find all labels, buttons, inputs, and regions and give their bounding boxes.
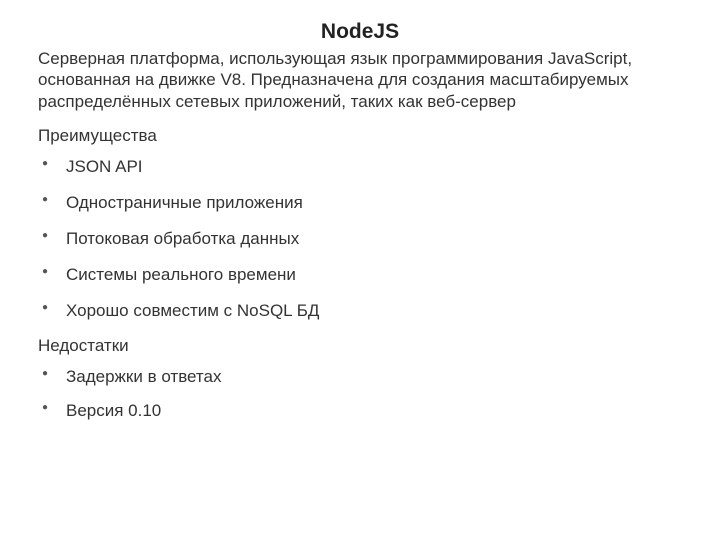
list-item: Системы реального времени bbox=[38, 264, 682, 286]
list-item: Потоковая обработка данных bbox=[38, 228, 682, 250]
advantages-list: JSON API Одностраничные приложения Поток… bbox=[38, 156, 682, 322]
list-item: Версия 0.10 bbox=[38, 400, 682, 422]
list-item: Задержки в ответах bbox=[38, 366, 682, 388]
list-item: Хорошо совместим с NoSQL БД bbox=[38, 300, 682, 322]
page-title: NodeJS bbox=[38, 20, 682, 44]
list-item: Одностраничные приложения bbox=[38, 192, 682, 214]
description-text: Серверная платформа, использующая язык п… bbox=[38, 48, 682, 112]
advantages-heading: Преимущества bbox=[38, 126, 682, 146]
list-item: JSON API bbox=[38, 156, 682, 178]
disadvantages-list: Задержки в ответах Версия 0.10 bbox=[38, 366, 682, 422]
disadvantages-heading: Недостатки bbox=[38, 336, 682, 356]
